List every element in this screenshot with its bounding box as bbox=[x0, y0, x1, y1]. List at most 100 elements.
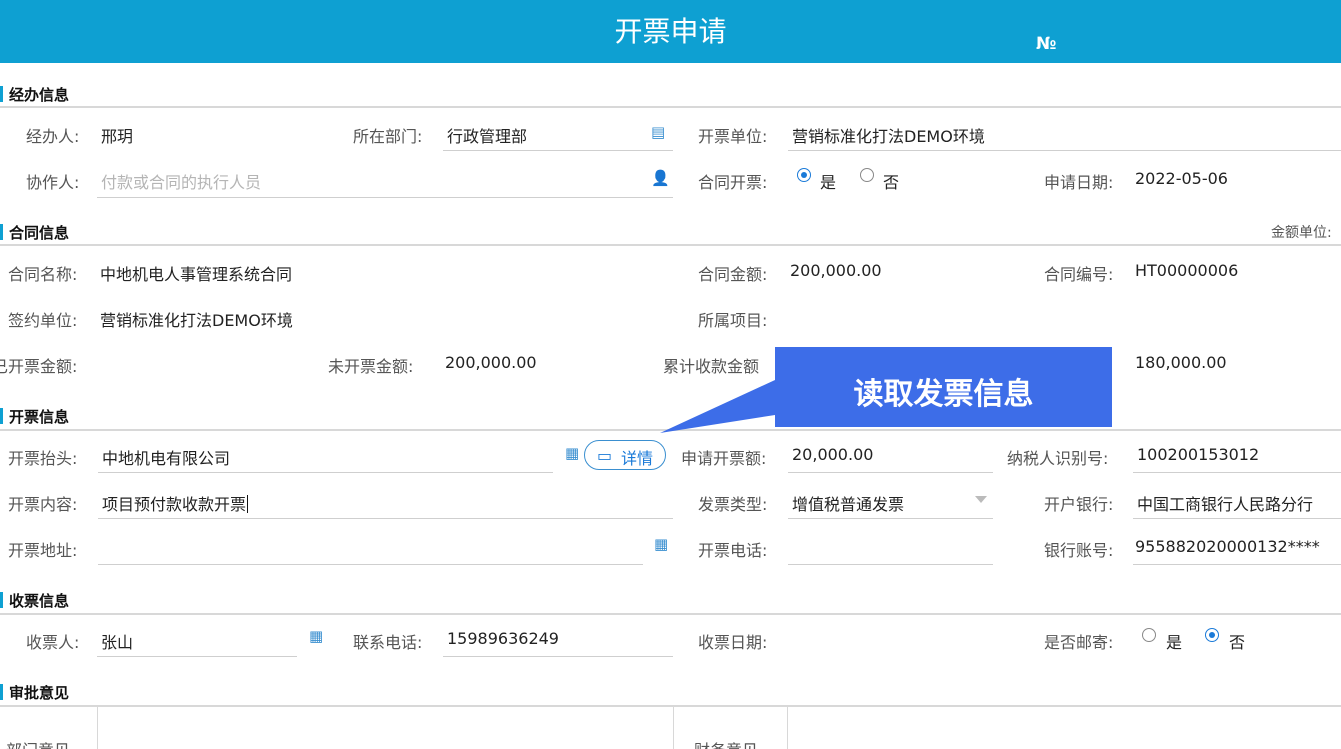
section-title-approval: 审批意见 bbox=[9, 684, 70, 702]
sign-unit-label: 签约单位: bbox=[8, 311, 78, 330]
bank-underline bbox=[1133, 518, 1341, 519]
dept-label: 所在部门: bbox=[353, 127, 423, 146]
contract-invoice-no-label: 否 bbox=[883, 173, 900, 192]
section-title-invoice: 开票信息 bbox=[9, 408, 70, 426]
account-field[interactable]: 955882020000132**** bbox=[1135, 537, 1320, 556]
invoice-address-label: 开票地址: bbox=[8, 541, 78, 560]
section-marker bbox=[0, 684, 3, 700]
mail-yes-radio[interactable] bbox=[1142, 628, 1156, 642]
apply-amount-field[interactable]: 20,000.00 bbox=[792, 445, 873, 464]
text-cursor bbox=[247, 495, 249, 513]
handler-value: 邢玥 bbox=[101, 127, 134, 146]
apply-amount-label: 申请开票额: bbox=[681, 449, 767, 468]
finance-opinion-label: 财务意见 bbox=[694, 737, 758, 749]
section-divider bbox=[0, 106, 1341, 108]
invoice-phone-underline[interactable] bbox=[788, 564, 993, 565]
mail-no-radio[interactable] bbox=[1205, 628, 1219, 642]
invoice-content-text: 项目预付款收款开票 bbox=[102, 495, 247, 514]
section-marker bbox=[0, 86, 3, 102]
invoice-title-label: 开票抬头: bbox=[8, 449, 78, 468]
invoice-title-underline bbox=[98, 472, 553, 473]
unit-value: 营销标准化打法DEMO环境 bbox=[792, 127, 985, 146]
collab-label: 协作人: bbox=[26, 173, 80, 192]
bank-label: 开户银行: bbox=[1044, 495, 1114, 514]
section-title-handler: 经办信息 bbox=[9, 86, 70, 104]
contract-name-value: 中地机电人事管理系统合同 bbox=[100, 265, 293, 284]
callout-text: 读取发票信息 bbox=[853, 377, 1034, 412]
invoice-title-field[interactable]: 中地机电有限公司 bbox=[102, 445, 230, 469]
uninvoiced-amount-label: 未开票金额: bbox=[328, 357, 414, 376]
detail-button[interactable]: ▭ 详情 bbox=[584, 440, 666, 470]
calculator-icon[interactable]: ▦ bbox=[565, 444, 579, 462]
section-divider bbox=[0, 244, 1341, 246]
user-picker-icon[interactable]: 👤 bbox=[651, 169, 670, 187]
contact-field[interactable]: 15989636249 bbox=[447, 629, 559, 648]
receiver-underline bbox=[97, 656, 297, 657]
invoice-type-select[interactable]: 增值税普通发票 bbox=[792, 491, 904, 515]
sign-unit-value: 营销标准化打法DEMO环境 bbox=[100, 311, 293, 330]
table-divider bbox=[787, 707, 788, 749]
receiver-field[interactable]: 张山 bbox=[101, 629, 133, 653]
dept-field[interactable]: 行政管理部 bbox=[447, 123, 527, 147]
section-marker bbox=[0, 592, 3, 608]
account-label: 银行账号: bbox=[1044, 541, 1114, 560]
dept-field-underline bbox=[443, 150, 673, 151]
table-divider bbox=[97, 707, 98, 749]
page-title: 开票申请 bbox=[614, 15, 727, 48]
chevron-down-icon[interactable] bbox=[975, 496, 987, 503]
contact-label: 联系电话: bbox=[353, 633, 423, 652]
table-divider bbox=[673, 707, 674, 749]
unit-label: 开票单位: bbox=[698, 127, 768, 146]
invoice-content-label: 开票内容: bbox=[8, 495, 78, 514]
calculator-icon[interactable]: ▦ bbox=[309, 627, 323, 645]
contract-amount-value: 200,000.00 bbox=[790, 261, 882, 280]
contract-code-label: 合同编号: bbox=[1044, 265, 1114, 284]
invoice-type-label: 发票类型: bbox=[698, 495, 768, 514]
apply-date-value: 2022-05-06 bbox=[1135, 169, 1228, 188]
callout-pointer bbox=[660, 380, 775, 433]
contract-code-value: HT00000006 bbox=[1135, 261, 1239, 280]
account-underline bbox=[1133, 564, 1341, 565]
section-marker bbox=[0, 224, 3, 240]
callout-box: 读取发票信息 bbox=[775, 347, 1112, 427]
mail-yes-label: 是 bbox=[1166, 633, 1183, 652]
section-marker bbox=[0, 408, 3, 424]
contract-name-label: 合同名称: bbox=[8, 265, 78, 284]
section-title-receive: 收票信息 bbox=[9, 592, 70, 610]
invoice-address-underline[interactable] bbox=[98, 564, 643, 565]
detail-button-label: 详情 bbox=[621, 449, 654, 468]
mail-no-label: 否 bbox=[1229, 633, 1246, 652]
section-divider bbox=[0, 613, 1341, 615]
received-amount-value: 180,000.00 bbox=[1135, 353, 1227, 372]
contract-invoice-no-radio[interactable] bbox=[860, 168, 874, 182]
apply-amount-underline bbox=[788, 472, 993, 473]
section-divider bbox=[0, 705, 1341, 707]
contract-invoice-yes-radio[interactable] bbox=[797, 168, 811, 182]
mail-label: 是否邮寄: bbox=[1044, 633, 1114, 652]
page-header: 开票申请 № bbox=[0, 0, 1341, 63]
receiver-label: 收票人: bbox=[26, 633, 80, 652]
taxpayer-underline bbox=[1133, 472, 1341, 473]
apply-date-label: 申请日期: bbox=[1044, 173, 1114, 192]
invoice-type-underline bbox=[788, 518, 993, 519]
handler-label: 经办人: bbox=[26, 127, 80, 146]
card-icon: ▭ bbox=[597, 446, 613, 465]
invoice-content-underline bbox=[98, 518, 673, 519]
receive-date-label: 收票日期: bbox=[698, 633, 768, 652]
invoice-content-field[interactable]: 项目预付款收款开票 bbox=[102, 491, 249, 515]
number-sign: № bbox=[1036, 34, 1057, 54]
collab-underline bbox=[97, 197, 673, 198]
collab-input[interactable]: 付款或合同的执行人员 bbox=[101, 169, 261, 193]
bank-field[interactable]: 中国工商银行人民路分行 bbox=[1137, 491, 1313, 515]
org-picker-icon[interactable]: ▤ bbox=[651, 123, 665, 141]
contract-invoice-label: 合同开票: bbox=[698, 173, 768, 192]
uninvoiced-amount-value: 200,000.00 bbox=[445, 353, 537, 372]
contract-amount-label: 合同金额: bbox=[698, 265, 768, 284]
calculator-icon[interactable]: ▦ bbox=[654, 535, 668, 553]
received-amount-label: 累计收款金额 bbox=[663, 357, 760, 376]
project-label: 所属项目: bbox=[698, 311, 768, 330]
taxpayer-field[interactable]: 100200153012 bbox=[1137, 445, 1259, 464]
contact-underline bbox=[443, 656, 673, 657]
invoiced-amount-label: 已开票金额: bbox=[0, 357, 78, 376]
unit-underline bbox=[788, 150, 1341, 151]
